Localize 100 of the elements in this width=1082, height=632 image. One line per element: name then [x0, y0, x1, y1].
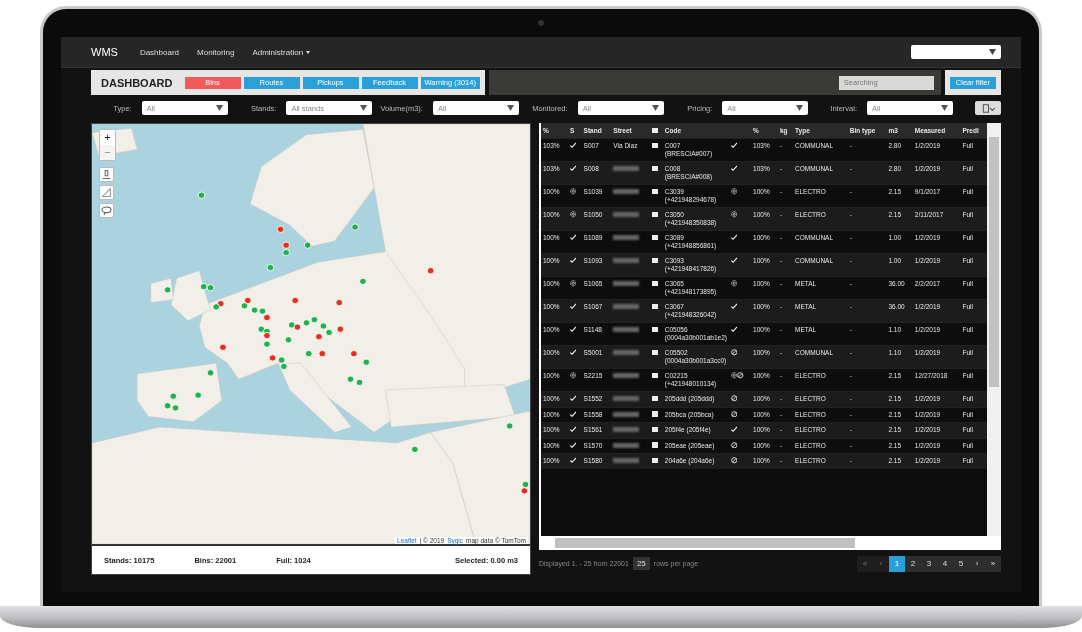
checkbox[interactable] — [652, 372, 658, 378]
checkbox[interactable] — [652, 127, 658, 133]
gear-icon — [730, 372, 738, 379]
lasso-tool-icon[interactable] — [99, 203, 114, 218]
map-marker[interactable] — [276, 225, 285, 233]
map-marker[interactable] — [346, 375, 355, 383]
map-marker[interactable] — [284, 336, 293, 344]
map-marker[interactable] — [310, 316, 319, 324]
map-marker[interactable] — [243, 296, 252, 305]
checkbox[interactable] — [652, 188, 658, 194]
map-marker[interactable] — [212, 303, 220, 311]
check-icon — [569, 165, 577, 172]
map-marker[interactable] — [426, 267, 435, 275]
map-marker[interactable] — [268, 354, 277, 362]
map-marker[interactable] — [315, 333, 323, 341]
page-button[interactable]: 5 — [953, 555, 969, 572]
map-marker[interactable] — [199, 283, 208, 291]
checkbox[interactable] — [652, 395, 658, 401]
nav-link[interactable]: Dashboard — [139, 47, 180, 57]
blurred-text — [613, 411, 640, 417]
map-marker[interactable] — [282, 241, 290, 249]
check-icon — [730, 234, 738, 241]
page-button[interactable]: 2 — [905, 555, 921, 572]
check-icon — [569, 303, 577, 310]
map-marker[interactable] — [257, 325, 266, 333]
dropdown-field[interactable] — [911, 45, 1001, 59]
map-marker[interactable] — [280, 362, 288, 371]
map-marker[interactable] — [325, 328, 333, 337]
map-marker[interactable] — [318, 350, 327, 358]
checkbox[interactable] — [652, 165, 658, 171]
horizontal-scrollbar[interactable] — [539, 536, 1001, 550]
map-marker[interactable] — [359, 277, 367, 285]
caret-icon — [506, 105, 514, 111]
map-marker[interactable] — [505, 422, 514, 430]
brand-logo[interactable]: WMS — [91, 46, 118, 58]
map-marker[interactable] — [302, 319, 311, 327]
nav-link[interactable]: Administration — [252, 47, 311, 57]
checkbox[interactable] — [652, 303, 658, 309]
map-marker[interactable] — [293, 323, 302, 331]
blurred-text — [613, 327, 640, 332]
map-marker[interactable] — [171, 404, 180, 412]
map-marker[interactable] — [520, 487, 529, 495]
ruler-tool-icon[interactable] — [99, 185, 114, 200]
vertical-scrollbar[interactable] — [987, 123, 1001, 536]
map-marker[interactable] — [266, 263, 275, 272]
checkbox[interactable] — [652, 349, 658, 355]
checkbox[interactable] — [652, 426, 658, 432]
page-button[interactable]: 3 — [921, 555, 937, 572]
map-marker[interactable] — [263, 340, 271, 348]
map-marker[interactable] — [163, 286, 172, 294]
checkbox[interactable] — [652, 411, 658, 417]
checkbox[interactable] — [652, 326, 658, 332]
map-marker[interactable] — [206, 284, 215, 292]
map-marker[interactable] — [304, 350, 313, 358]
checkbox[interactable] — [652, 142, 658, 148]
map-marker[interactable] — [194, 391, 202, 399]
map-marker[interactable] — [319, 322, 328, 330]
gear-icon — [569, 188, 577, 195]
gear-icon — [569, 211, 577, 218]
checkbox[interactable] — [652, 457, 658, 463]
checkbox[interactable] — [652, 257, 658, 263]
map-marker[interactable] — [219, 343, 227, 351]
checkbox[interactable] — [652, 280, 658, 286]
map-marker[interactable] — [351, 223, 359, 231]
check-icon — [569, 234, 577, 241]
map-marker[interactable] — [258, 307, 267, 315]
map-marker[interactable] — [411, 445, 419, 453]
page-button[interactable]: 4 — [937, 555, 953, 572]
map-marker[interactable] — [291, 296, 299, 305]
map-marker[interactable] — [303, 241, 312, 249]
blurred-text — [613, 304, 640, 309]
map-marker[interactable] — [277, 356, 286, 364]
page-button[interactable]: » — [985, 555, 1001, 572]
map-marker[interactable] — [206, 369, 215, 377]
checkbox[interactable] — [652, 442, 658, 448]
nav-link[interactable]: Monitoring — [197, 47, 235, 57]
map-marker[interactable] — [350, 350, 358, 358]
map-marker[interactable] — [169, 392, 178, 400]
checkbox[interactable] — [652, 234, 658, 240]
map-marker[interactable] — [163, 402, 172, 410]
checkbox[interactable] — [652, 211, 658, 217]
marker-tool-icon[interactable] — [99, 167, 114, 182]
map-marker[interactable] — [250, 306, 259, 314]
map-marker[interactable] — [362, 358, 371, 366]
map-marker[interactable] — [521, 480, 530, 489]
map-marker[interactable] — [216, 300, 225, 308]
map-marker[interactable] — [336, 325, 345, 333]
map-marker[interactable] — [197, 191, 206, 199]
map-marker[interactable] — [263, 313, 271, 322]
map-marker[interactable] — [355, 378, 364, 386]
blurred-text — [613, 458, 640, 463]
check-icon — [730, 326, 738, 333]
map-marker[interactable] — [335, 299, 344, 307]
export-button[interactable] — [975, 101, 1002, 115]
page-size-dropdown[interactable]: 25 — [632, 557, 650, 570]
map-marker[interactable] — [240, 302, 249, 310]
map-marker[interactable] — [263, 331, 271, 340]
map-marker[interactable] — [282, 249, 290, 257]
page-button[interactable]: › — [969, 555, 985, 572]
map-marker[interactable] — [288, 321, 296, 329]
